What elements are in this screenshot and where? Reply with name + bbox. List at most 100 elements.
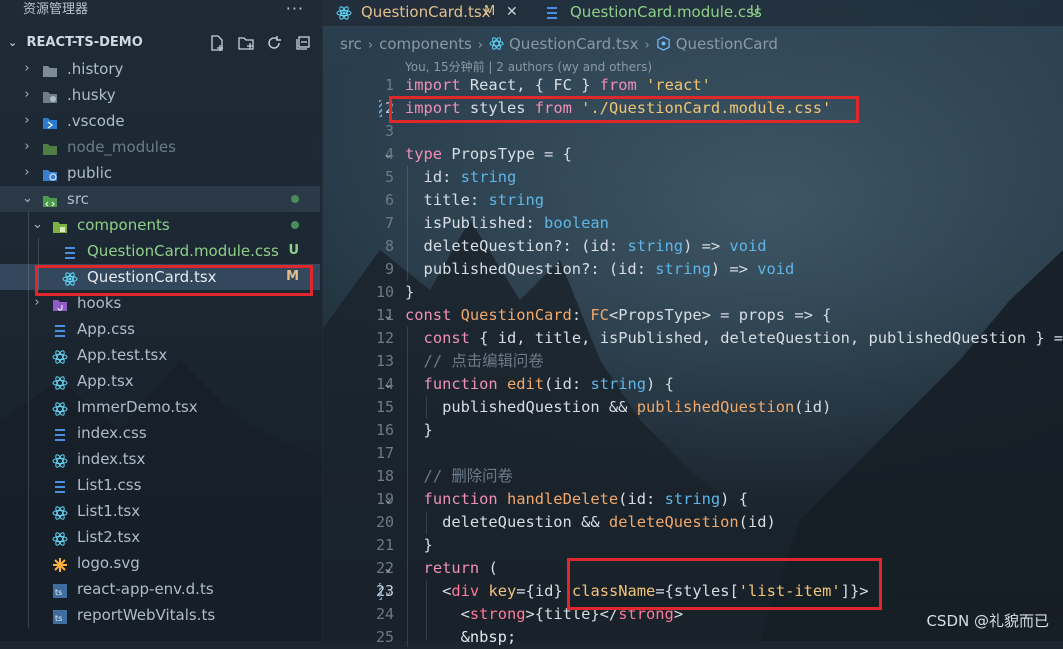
tree-item-public[interactable]: › public	[0, 160, 320, 186]
code-text: const { id, title, isPublished, deleteQu…	[423, 329, 1063, 347]
tree-item-app-test[interactable]: App.test.tsx	[0, 342, 320, 368]
tree-item-husky[interactable]: › .husky	[0, 82, 320, 108]
code-line: 4 ⌄ type PropsType = {	[322, 143, 1063, 166]
tree-item-app-css[interactable]: App.css	[0, 316, 320, 342]
tab-untracked-badge: U	[750, 4, 760, 19]
breadcrumb-item[interactable]: src	[340, 35, 362, 53]
chevron-right-icon: ›	[24, 87, 30, 102]
tab-label: QuestionCard.tsx	[361, 3, 491, 21]
tree-item-index-tsx[interactable]: index.tsx	[0, 446, 320, 472]
breadcrumb-item[interactable]: QuestionCard.tsx	[509, 35, 639, 53]
code-text: type PropsType = {	[405, 145, 572, 163]
tree-item-label: hooks	[77, 294, 122, 312]
code-line: 20 deleteQuestion && deleteQuestion(id)	[322, 511, 1063, 534]
tree-item-index-css[interactable]: index.css	[0, 420, 320, 446]
tree-item-hooks[interactable]: › hooks	[0, 290, 320, 316]
symbol-icon	[656, 36, 671, 56]
chevron-right-icon: ›	[34, 295, 40, 310]
editor-tabs: QuestionCard.tsx M ✕ QuestionCard.module…	[322, 0, 1063, 27]
tree-item-label: .history	[67, 60, 124, 78]
line-number: 25	[375, 628, 394, 646]
fold-chevron-icon[interactable]: ⌄	[383, 580, 393, 603]
tree-item-label: QuestionCard.module.css	[87, 242, 279, 260]
code-line: 14 ⌄ function edit(id: string) {	[322, 373, 1063, 396]
public-folder-icon	[42, 165, 58, 181]
fold-chevron-icon[interactable]: ⌄	[383, 304, 393, 327]
project-root[interactable]: ⌄ REACT-TS-DEMO	[0, 30, 322, 56]
fold-chevron-icon[interactable]: ⌄	[383, 488, 393, 511]
chevron-down-icon: ⌄	[8, 36, 18, 49]
codelens-blame[interactable]: You, 15分钟前 | 2 authors (wy and others)	[405, 58, 652, 75]
close-icon[interactable]: ✕	[506, 0, 518, 24]
explorer-title: 资源管理器	[23, 2, 89, 17]
tree-item-src[interactable]: ⌄ src	[0, 186, 320, 212]
tab-questioncard-tsx[interactable]: QuestionCard.tsx M ✕	[322, 0, 527, 27]
fold-chevron-icon[interactable]: ⌄	[383, 373, 393, 396]
refresh-icon[interactable]	[265, 34, 283, 52]
tree-item-immerdemo[interactable]: ImmerDemo.tsx	[0, 394, 320, 420]
tree-item-node-modules[interactable]: › node_modules	[0, 134, 320, 160]
line-number: 3	[384, 122, 394, 140]
code-text: isPublished: boolean	[423, 214, 609, 232]
line-number: 17	[375, 444, 394, 462]
tree-item-label: reportWebVitals.ts	[77, 606, 216, 624]
code-text: }	[423, 421, 433, 439]
tree-item-label: .husky	[67, 86, 116, 104]
fold-chevron-icon[interactable]: ⌄	[383, 557, 393, 580]
chevron-down-icon: ⌄	[22, 191, 33, 206]
code-text: <strong>{title}</strong>	[460, 605, 684, 623]
react-file-icon	[52, 529, 68, 546]
chevron-right-icon: ›	[644, 38, 650, 53]
code-line: 16 }	[322, 419, 1063, 442]
code-line: 8 deleteQuestion?: (id: string) => void	[322, 235, 1063, 258]
tree-item-history[interactable]: › .history	[0, 56, 320, 82]
new-folder-icon[interactable]	[237, 34, 255, 52]
tree-item-questioncard-css[interactable]: QuestionCard.module.css U	[0, 238, 320, 264]
tree-item-questioncard-tsx[interactable]: QuestionCard.tsx M	[0, 264, 320, 290]
tree-item-components[interactable]: ⌄ components	[0, 212, 320, 238]
breadcrumb-item[interactable]: QuestionCard	[676, 35, 778, 53]
tree-item-list1-css[interactable]: List1.css	[0, 472, 320, 498]
code-text: const QuestionCard: FC<PropsType> = prop…	[405, 306, 832, 324]
code-line: 15 publishedQuestion && publishedQuestio…	[322, 396, 1063, 419]
tree-item-label: List1.css	[77, 476, 142, 494]
code-line: 13 // 点击编辑问卷	[322, 350, 1063, 373]
tree-item-label: logo.svg	[77, 554, 140, 572]
tree-item-label: App.tsx	[77, 372, 134, 390]
tree-item-logo-svg[interactable]: logo.svg	[0, 550, 320, 576]
tab-modified-badge: M	[484, 4, 496, 19]
more-actions-icon[interactable]: ···	[286, 0, 304, 19]
code-text: }	[405, 283, 415, 301]
tree-item-app-tsx[interactable]: App.tsx	[0, 368, 320, 394]
collapse-all-icon[interactable]	[294, 34, 312, 52]
breadcrumb: src › components › QuestionCard.tsx › Question…	[340, 34, 778, 54]
chevron-right-icon: ›	[24, 139, 30, 154]
tree-item-list1-tsx[interactable]: List1.tsx	[0, 498, 320, 524]
line-number: 13	[375, 352, 394, 370]
tab-label: QuestionCard.module.css	[570, 3, 762, 21]
new-file-icon[interactable]	[208, 34, 226, 52]
svg-text:ts: ts	[55, 614, 62, 623]
tree-item-vscode[interactable]: › .vscode	[0, 108, 320, 134]
code-line: 6 title: string	[322, 189, 1063, 212]
react-file-icon	[52, 451, 68, 468]
code-editor[interactable]: 1 import React, { FC } from 'react' 2 im…	[322, 74, 1063, 647]
tree-item-reportwebvitals[interactable]: ts reportWebVitals.ts	[0, 602, 320, 628]
code-text: import React, { FC } from 'react'	[405, 76, 711, 94]
hooks-folder-icon	[52, 295, 68, 311]
breadcrumb-item[interactable]: components	[379, 35, 472, 53]
react-file-icon	[52, 399, 68, 416]
react-file-icon	[336, 4, 352, 20]
tab-questioncard-css[interactable]: QuestionCard.module.css U	[534, 0, 764, 26]
tree-item-list2-tsx[interactable]: List2.tsx	[0, 524, 320, 550]
fold-chevron-icon[interactable]: ⌄	[383, 143, 393, 166]
line-number: 8	[384, 237, 394, 255]
tree-item-label: List1.tsx	[77, 502, 141, 520]
line-number: 15	[375, 398, 394, 416]
svg-text:ts: ts	[55, 588, 62, 597]
code-text: import styles from './QuestionCard.modul…	[405, 99, 832, 117]
code-text: title: string	[423, 191, 545, 209]
tree-item-react-app-env[interactable]: ts react-app-env.d.ts	[0, 576, 320, 602]
watermark: CSDN @礼貌而已	[926, 612, 1049, 630]
code-line: 17	[322, 442, 1063, 465]
